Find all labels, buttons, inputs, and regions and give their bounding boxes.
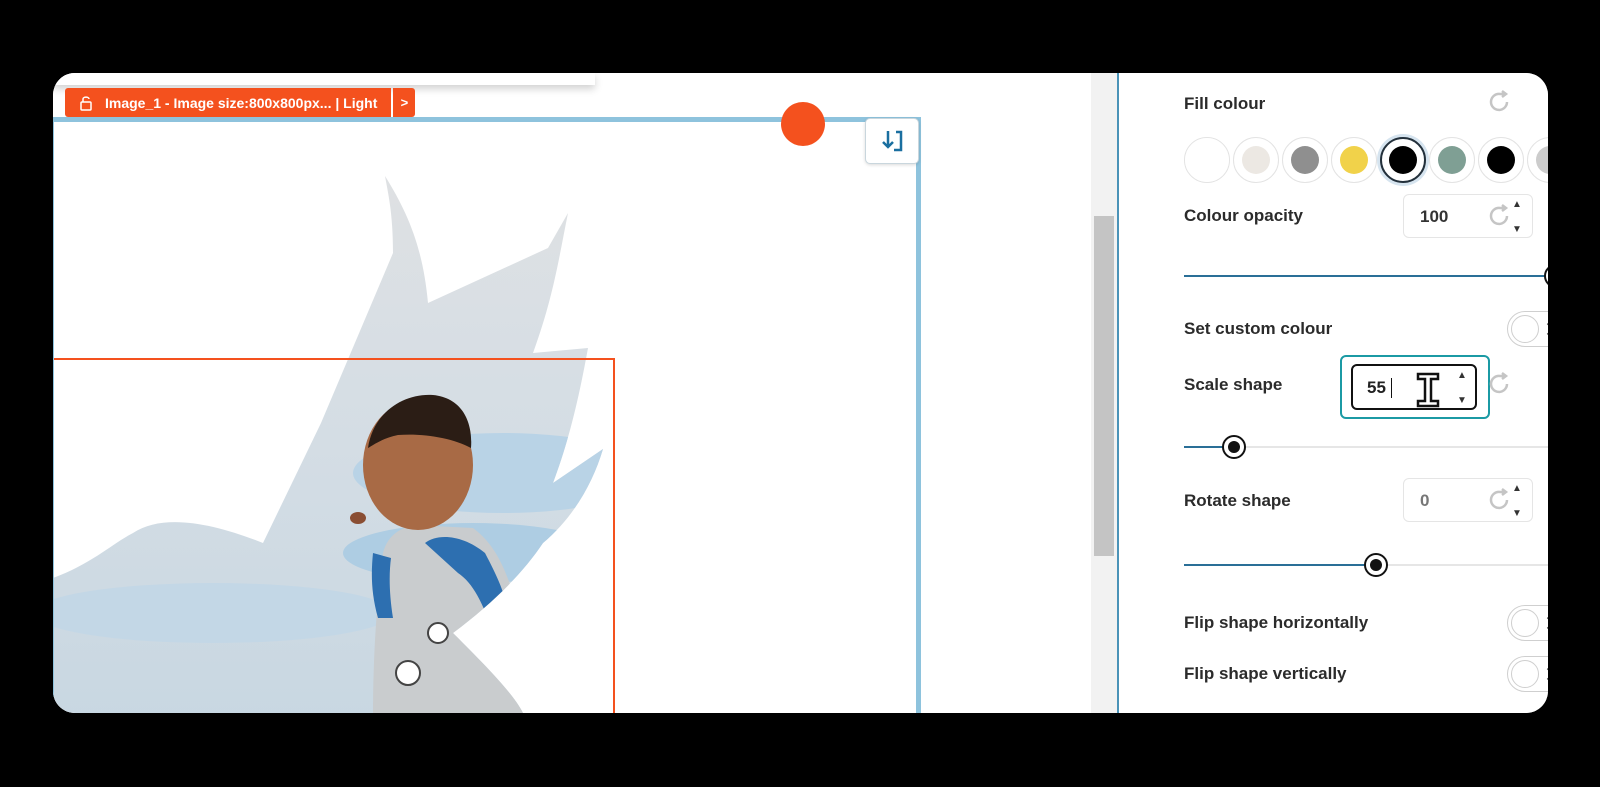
spin-down-icon[interactable]: ▼ bbox=[1512, 224, 1522, 235]
colour-opacity-value: 100 bbox=[1420, 207, 1449, 226]
colour-swatch-dot bbox=[1438, 146, 1466, 174]
reset-fill-colour-icon[interactable] bbox=[1487, 89, 1513, 115]
colour-swatch-dot bbox=[1185, 138, 1229, 182]
unlock-icon[interactable] bbox=[79, 95, 93, 111]
flip-vertical-toggle[interactable]: ✕ bbox=[1507, 656, 1548, 692]
spin-up-icon[interactable]: ▲ bbox=[1512, 483, 1522, 494]
design-canvas[interactable]: Image_1 - Image size:800x800px... | Ligh… bbox=[53, 73, 1091, 713]
reset-rotate-shape-icon[interactable] bbox=[1487, 487, 1513, 513]
scale-shape-slider-knob[interactable] bbox=[1222, 435, 1246, 459]
toggle-off-icon: ✕ bbox=[1545, 317, 1548, 343]
rotate-shape-slider-fill bbox=[1184, 564, 1376, 566]
colour-opacity-label: Colour opacity bbox=[1184, 206, 1304, 225]
colour-opacity-slider-fill bbox=[1184, 275, 1548, 277]
rotate-shape-value: 0 bbox=[1420, 491, 1430, 510]
toggle-off-icon: ✕ bbox=[1545, 662, 1548, 688]
colour-swatch[interactable] bbox=[1429, 137, 1475, 183]
layer-tag-main[interactable]: Image_1 - Image size:800x800px... | Ligh… bbox=[65, 88, 392, 117]
spin-up-icon[interactable]: ▲ bbox=[1512, 199, 1522, 210]
text-caret bbox=[1391, 378, 1392, 398]
scale-shape-input[interactable]: 55 ▲ ▼ bbox=[1351, 364, 1477, 410]
download-arrow-icon bbox=[882, 130, 903, 152]
fill-colour-label: Fill colour bbox=[1184, 94, 1266, 113]
download-snap-button[interactable] bbox=[865, 118, 919, 164]
text-cursor-icon bbox=[1416, 372, 1440, 408]
colour-swatch[interactable] bbox=[1233, 137, 1279, 183]
colour-swatch[interactable] bbox=[1184, 137, 1230, 183]
spin-down-icon[interactable]: ▼ bbox=[1457, 395, 1467, 406]
rotate-shape-slider-knob[interactable] bbox=[1364, 553, 1388, 577]
colour-swatch[interactable] bbox=[1380, 137, 1426, 183]
colour-swatch-dot bbox=[1487, 146, 1515, 174]
rotate-shape-input[interactable]: 0 ▲ ▼ bbox=[1403, 478, 1533, 522]
custom-colour-toggle[interactable]: ✕ bbox=[1507, 311, 1548, 347]
colour-opacity-slider[interactable] bbox=[1184, 264, 1548, 288]
colour-swatch-dot bbox=[1291, 146, 1319, 174]
flip-horizontal-toggle[interactable]: ✕ bbox=[1507, 605, 1548, 641]
layer-tag[interactable]: Image_1 - Image size:800x800px... | Ligh… bbox=[65, 88, 416, 117]
colour-swatch[interactable] bbox=[1478, 137, 1524, 183]
scale-shape-value: 55 bbox=[1367, 378, 1386, 397]
properties-panel: Fill colour Colour opacity 100 ▲ ▼ Set c… bbox=[1119, 73, 1548, 713]
layer-tag-text: Image_1 - Image size:800x800px... | Ligh… bbox=[105, 94, 378, 111]
spin-down-icon[interactable]: ▼ bbox=[1512, 508, 1522, 519]
colour-swatch-dot bbox=[1536, 146, 1548, 174]
rotate-shape-slider[interactable] bbox=[1184, 553, 1548, 577]
colour-swatch[interactable] bbox=[1282, 137, 1328, 183]
flip-vertical-label: Flip shape vertically bbox=[1184, 664, 1347, 683]
colour-opacity-input[interactable]: 100 ▲ ▼ bbox=[1403, 194, 1533, 238]
spin-up-icon[interactable]: ▲ bbox=[1457, 370, 1467, 381]
scale-shape-stepper[interactable]: ▲ ▼ bbox=[1455, 370, 1469, 406]
scale-shape-label: Scale shape bbox=[1184, 375, 1283, 394]
colour-swatch[interactable] bbox=[1331, 137, 1377, 183]
canvas-scrollbar-thumb[interactable] bbox=[1094, 216, 1114, 556]
toggle-off-icon: ✕ bbox=[1545, 611, 1548, 637]
colour-swatch[interactable] bbox=[1527, 137, 1548, 183]
colour-swatch-dot bbox=[1242, 146, 1270, 174]
editor-window: Image_1 - Image size:800x800px... | Ligh… bbox=[53, 73, 1548, 713]
colour-swatch-dot bbox=[1340, 146, 1368, 174]
layer-tag-next-button[interactable]: > bbox=[393, 88, 416, 117]
rotation-handle[interactable] bbox=[781, 102, 825, 146]
custom-colour-label: Set custom colour bbox=[1184, 319, 1333, 338]
flip-horizontal-label: Flip shape horizontally bbox=[1184, 613, 1369, 632]
rotate-shape-label: Rotate shape bbox=[1184, 491, 1291, 510]
scale-shape-slider[interactable] bbox=[1184, 435, 1548, 459]
colour-opacity-slider-knob[interactable] bbox=[1544, 264, 1548, 288]
artboard-frame bbox=[53, 117, 921, 713]
reset-colour-opacity-icon[interactable] bbox=[1487, 203, 1513, 229]
reset-scale-shape-icon[interactable] bbox=[1487, 371, 1513, 397]
scale-shape-focus-ring: 55 ▲ ▼ bbox=[1340, 355, 1490, 419]
colour-swatch-dot bbox=[1389, 146, 1417, 174]
